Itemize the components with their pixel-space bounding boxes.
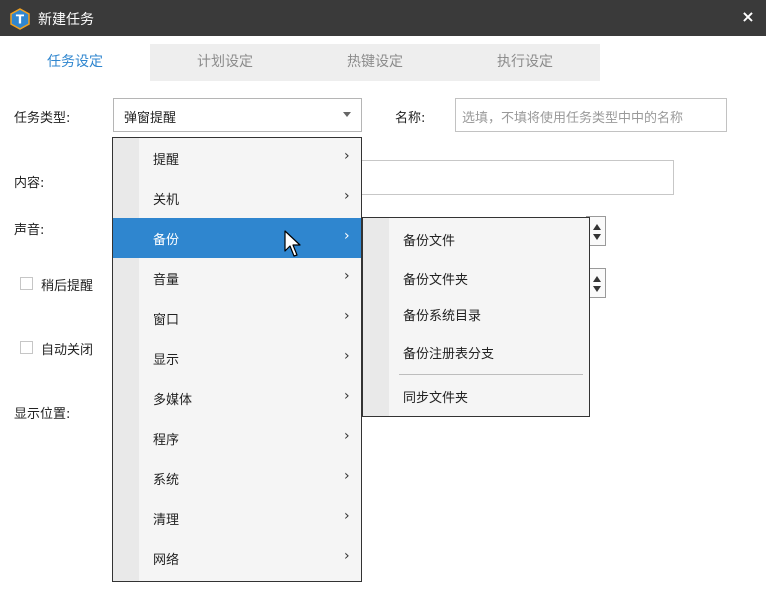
submenu-item-backup-folder[interactable]: 备份文件夹 xyxy=(403,269,468,288)
menu-item-network[interactable]: 网络 › xyxy=(113,538,361,578)
menu-item-label: 网络 xyxy=(153,553,180,568)
task-type-label: 任务类型: xyxy=(14,111,71,126)
spin-up-icon xyxy=(593,224,601,230)
tab-task-settings[interactable]: 任务设定 xyxy=(0,44,150,81)
menu-item-shutdown[interactable]: 关机 › xyxy=(113,178,361,218)
chevron-right-icon: › xyxy=(344,468,350,484)
tab-bar: 任务设定 计划设定 热键设定 执行设定 xyxy=(0,44,600,81)
chevron-right-icon: › xyxy=(344,348,350,364)
content-input[interactable] xyxy=(361,160,674,195)
tab-hotkey-settings[interactable]: 热键设定 xyxy=(300,44,450,81)
backup-submenu: 备份文件 备份文件夹 备份系统目录 备份注册表分支 同步文件夹 xyxy=(362,217,590,417)
close-button[interactable]: × xyxy=(735,4,761,30)
window-title: 新建任务 xyxy=(38,12,94,28)
submenu-gutter xyxy=(363,218,389,416)
menu-item-multimedia[interactable]: 多媒体 › xyxy=(113,378,361,418)
task-type-value: 弹窗提醒 xyxy=(124,111,177,126)
submenu-item-backup-registry[interactable]: 备份注册表分支 xyxy=(403,343,494,362)
auto-close-checkbox[interactable] xyxy=(20,341,33,354)
chevron-right-icon: › xyxy=(344,508,350,524)
menu-item-label: 提醒 xyxy=(153,153,180,168)
display-position-label: 显示位置: xyxy=(14,407,71,422)
chevron-right-icon: › xyxy=(344,308,350,324)
title-bar: T 新建任务 × xyxy=(0,0,766,36)
chevron-down-icon xyxy=(343,112,351,117)
submenu-item-backup-file[interactable]: 备份文件 xyxy=(403,230,455,249)
spin-up-icon xyxy=(593,276,601,282)
menu-item-window[interactable]: 窗口 › xyxy=(113,298,361,338)
menu-item-label: 音量 xyxy=(153,273,180,288)
submenu-separator xyxy=(399,374,583,375)
menu-item-label: 关机 xyxy=(153,193,180,208)
menu-item-label: 备份 xyxy=(153,233,180,248)
menu-item-system[interactable]: 系统 › xyxy=(113,458,361,498)
menu-item-label: 显示 xyxy=(153,353,180,368)
tab-schedule-settings[interactable]: 计划设定 xyxy=(150,44,300,81)
menu-item-label: 多媒体 xyxy=(153,393,193,408)
menu-item-label: 程序 xyxy=(153,433,180,448)
chevron-right-icon: › xyxy=(344,148,350,164)
chevron-right-icon: › xyxy=(344,228,350,244)
task-type-select[interactable]: 弹窗提醒 xyxy=(113,98,362,132)
menu-item-label: 系统 xyxy=(153,473,180,488)
task-type-menu: 提醒 › 关机 › 备份 › 音量 › 窗口 › 显示 › 多媒体 › 程序 ›… xyxy=(112,137,362,582)
menu-item-volume[interactable]: 音量 › xyxy=(113,258,361,298)
menu-item-program[interactable]: 程序 › xyxy=(113,418,361,458)
menu-item-remind[interactable]: 提醒 › xyxy=(113,138,361,178)
spin-down-icon xyxy=(593,286,601,292)
menu-item-display[interactable]: 显示 › xyxy=(113,338,361,378)
name-label: 名称: xyxy=(395,111,426,126)
spin-down-icon xyxy=(593,234,601,240)
submenu-item-backup-system-dir[interactable]: 备份系统目录 xyxy=(403,305,481,324)
chevron-right-icon: › xyxy=(344,188,350,204)
name-placeholder: 选填，不填将使用任务类型中中的名称 xyxy=(462,111,684,126)
app-logo-letter: T xyxy=(16,13,25,27)
menu-item-label: 窗口 xyxy=(153,313,180,328)
menu-item-backup[interactable]: 备份 › xyxy=(113,218,361,258)
chevron-right-icon: › xyxy=(344,388,350,404)
content-label: 内容: xyxy=(14,176,45,191)
tab-execution-settings[interactable]: 执行设定 xyxy=(450,44,600,81)
sound-label: 声音: xyxy=(14,223,45,238)
snooze-label: 稍后提醒 xyxy=(41,279,94,294)
chevron-right-icon: › xyxy=(344,548,350,564)
chevron-right-icon: › xyxy=(344,428,350,444)
close-icon: × xyxy=(741,7,755,26)
mouse-cursor-icon xyxy=(284,230,301,257)
app-logo-icon: T xyxy=(10,8,30,30)
auto-close-label: 自动关闭 xyxy=(41,343,94,358)
chevron-right-icon: › xyxy=(344,268,350,284)
menu-item-cleanup[interactable]: 清理 › xyxy=(113,498,361,538)
name-input[interactable]: 选填，不填将使用任务类型中中的名称 xyxy=(455,98,727,132)
menu-item-label: 清理 xyxy=(153,513,180,528)
submenu-item-sync-folder[interactable]: 同步文件夹 xyxy=(403,387,468,406)
snooze-checkbox[interactable] xyxy=(20,277,33,290)
